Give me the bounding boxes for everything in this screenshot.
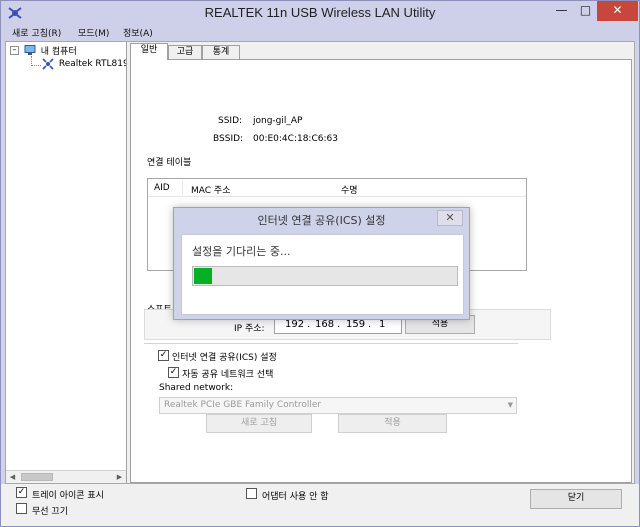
- title-bar[interactable]: REALTEK 11n USB Wireless LAN Utility — □…: [1, 1, 639, 25]
- tree-label-adapter: Realtek RTL819: [58, 59, 127, 69]
- menu-mode[interactable]: 모드(M): [78, 26, 109, 39]
- disable-adapter-checkbox[interactable]: [246, 488, 257, 499]
- tree-node-adapter[interactable]: Realtek RTL819: [42, 58, 127, 72]
- shared-network-value: Realtek PCIe GBE Family Controller: [164, 400, 322, 410]
- wireless-adapter-icon: [42, 58, 54, 70]
- column-header-lifetime[interactable]: 수명: [341, 183, 358, 196]
- ip-octet-4[interactable]: 1: [379, 319, 385, 330]
- collapse-icon[interactable]: –: [10, 46, 19, 55]
- ip-address-label: IP 주소:: [234, 324, 265, 334]
- ics-refresh-button[interactable]: 새로 고침: [206, 414, 312, 433]
- auto-select-network-checkbox[interactable]: ✓: [168, 367, 179, 378]
- column-header-mac[interactable]: MAC 주소: [191, 183, 230, 196]
- shared-network-label: Shared network:: [159, 383, 234, 393]
- scroll-right-icon[interactable]: ▶: [113, 471, 126, 483]
- ip-octet-1[interactable]: 192: [285, 319, 304, 330]
- column-header-aid[interactable]: AID: [154, 183, 170, 193]
- computer-icon: [24, 45, 36, 55]
- ip-octet-3[interactable]: 159: [346, 319, 365, 330]
- menu-refresh[interactable]: 새로 고침(R): [12, 26, 61, 39]
- tree-node-my-computer[interactable]: – 내 컴퓨터: [10, 44, 77, 58]
- progress-bar: [192, 266, 458, 286]
- tray-icon-checkbox[interactable]: ✓: [16, 487, 27, 498]
- dialog-close-icon[interactable]: ✕: [437, 210, 463, 226]
- dialog-message: 설정을 기다리는 중...: [192, 245, 291, 258]
- ics-progress-dialog[interactable]: 인터넷 연결 공유(ICS) 설정 ✕ 설정을 기다리는 중...: [173, 207, 470, 320]
- radio-off-label: 무선 끄기: [32, 507, 68, 517]
- tab-statistics[interactable]: 통계: [202, 45, 240, 60]
- chevron-down-icon[interactable]: ▼: [508, 398, 513, 413]
- scrollbar-thumb[interactable]: [21, 473, 53, 481]
- shared-network-select[interactable]: Realtek PCIe GBE Family Controller ▼: [159, 397, 517, 414]
- bssid-value: 00:E0:4C:18:C6:63: [253, 134, 338, 144]
- tab-advanced[interactable]: 고급: [168, 45, 202, 60]
- connection-table-title: 연결 테이블: [147, 158, 192, 168]
- tree-label-my-computer: 내 컴퓨터: [40, 47, 77, 57]
- ics-enable-checkbox[interactable]: ✓: [158, 350, 169, 361]
- radio-off-checkbox[interactable]: [16, 503, 27, 514]
- menu-bar: 새로 고침(R) 모드(M) 정보(A): [1, 25, 639, 41]
- progress-bar-fill: [194, 268, 212, 284]
- bssid-label: BSSID:: [213, 134, 244, 144]
- window-title: REALTEK 11n USB Wireless LAN Utility: [204, 5, 436, 20]
- ics-enable-label: 인터넷 연결 공유(ICS) 설정: [172, 353, 277, 363]
- minimize-button[interactable]: —: [549, 1, 574, 21]
- ip-octet-2[interactable]: 168: [315, 319, 334, 330]
- ssid-label: SSID:: [218, 116, 243, 126]
- disable-adapter-label: 어댑터 사용 안 함: [262, 492, 329, 502]
- dialog-title: 인터넷 연결 공유(ICS) 설정: [257, 214, 386, 227]
- scroll-left-icon[interactable]: ◀: [6, 471, 19, 483]
- tray-icon-label: 트레이 아이콘 표시: [32, 491, 104, 501]
- auto-select-network-label: 자동 공유 네트워크 선택: [182, 370, 274, 380]
- main-window: REALTEK 11n USB Wireless LAN Utility — □…: [0, 0, 640, 527]
- tab-general[interactable]: 일반: [130, 43, 168, 60]
- tree-horizontal-scrollbar[interactable]: ◀ ▶: [6, 470, 126, 483]
- ssid-value: jong-gil_AP: [253, 116, 303, 126]
- menu-about[interactable]: 정보(A): [123, 26, 153, 39]
- maximize-button[interactable]: □: [573, 1, 598, 21]
- bottom-bar: ✓ 트레이 아이콘 표시 무선 끄기 어댑터 사용 안 함 닫기: [1, 484, 639, 526]
- ics-apply-button[interactable]: 적용: [338, 414, 447, 433]
- device-tree[interactable]: – 내 컴퓨터 Realtek RTL819 ◀ ▶: [6, 42, 127, 483]
- close-window-button[interactable]: ✕: [597, 1, 638, 21]
- close-button[interactable]: 닫기: [530, 489, 622, 509]
- dialog-body: 설정을 기다리는 중...: [181, 234, 464, 315]
